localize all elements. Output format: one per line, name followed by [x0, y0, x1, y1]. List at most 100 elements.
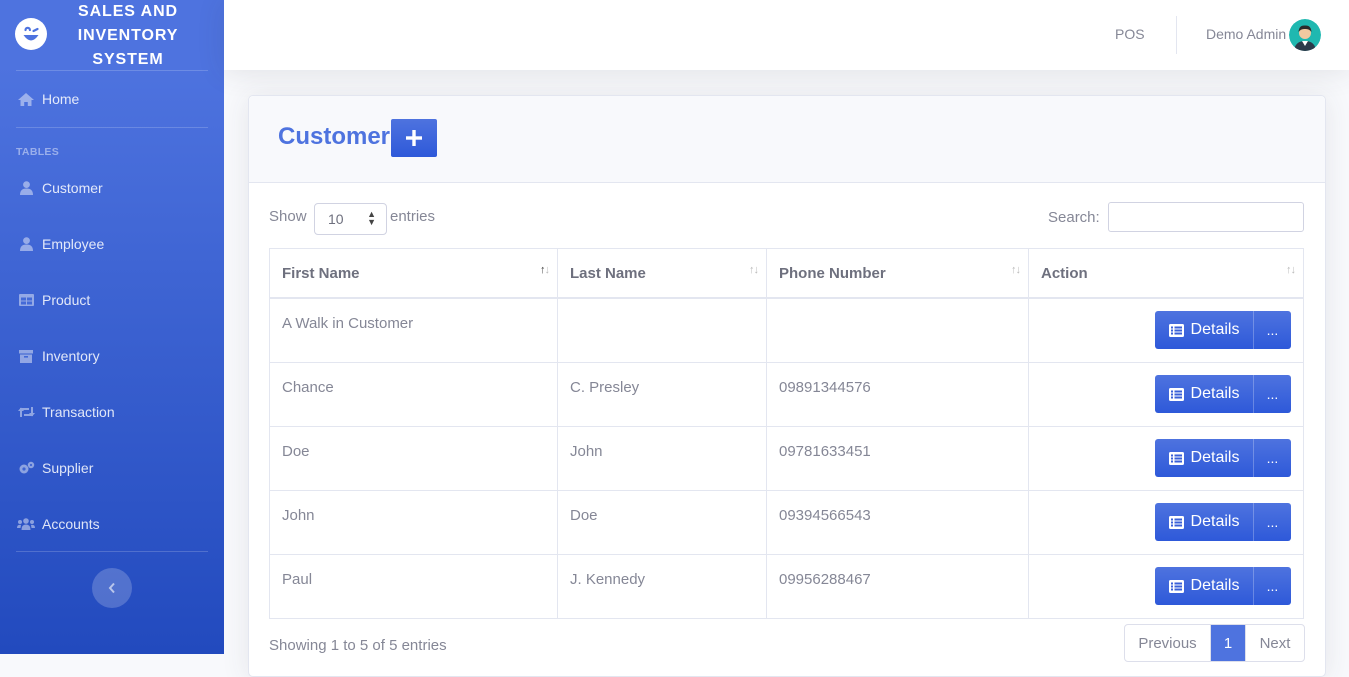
cell-phone: 09394566543	[766, 490, 1029, 555]
sidebar-divider	[16, 127, 208, 128]
cell-phone: 09956288467	[766, 554, 1029, 619]
sort-icon: ↑↓	[1286, 264, 1296, 276]
sort-icon: ↑↓	[1011, 264, 1021, 276]
select-caret-icon: ▲ ▼	[367, 209, 376, 227]
details-button[interactable]: Details	[1155, 567, 1253, 605]
entries-select-value: 10	[328, 211, 344, 227]
column-header-action[interactable]: Action ↑↓	[1028, 248, 1304, 299]
more-options-button[interactable]: ...	[1253, 439, 1291, 477]
chevron-left-icon	[108, 582, 115, 594]
cell-last-name: J. Kennedy	[557, 554, 767, 619]
sidebar-item-label: Product	[42, 292, 91, 308]
search-label: Search:	[1048, 209, 1100, 226]
details-button[interactable]: Details	[1155, 375, 1253, 413]
cell-action: Details ...	[1028, 490, 1304, 555]
sidebar-item-customer[interactable]: Customer	[0, 170, 224, 206]
customer-table: First Name ↑↓ Last Name ↑↓ Phone Number ↑↓ …	[269, 248, 1304, 619]
sidebar-item-label: Home	[42, 91, 80, 107]
sidebar-item-label: Transaction	[42, 404, 115, 420]
cell-first-name: A Walk in Customer	[269, 297, 558, 363]
archive-icon	[17, 349, 35, 363]
users-icon	[17, 517, 35, 531]
cell-phone	[766, 297, 1029, 363]
pos-link[interactable]: POS	[1115, 26, 1145, 42]
sidebar-divider	[16, 70, 208, 71]
sidebar-item-label: Supplier	[42, 460, 94, 476]
topbar: POS Demo Admin	[224, 0, 1349, 70]
sidebar-item-product[interactable]: Product	[0, 282, 224, 318]
sort-asc-icon: ↑↓	[540, 264, 550, 276]
cell-first-name: John	[269, 490, 558, 555]
sort-icon: ↑↓	[749, 264, 759, 276]
cell-last-name: Doe	[557, 490, 767, 555]
list-alt-icon	[1168, 515, 1184, 529]
cell-action: Details ...	[1028, 297, 1304, 363]
page-title: Customer	[278, 123, 391, 150]
cell-first-name: Chance	[269, 362, 558, 427]
sidebar-item-label: Accounts	[42, 516, 100, 532]
retweet-icon	[17, 405, 35, 419]
cell-phone: 09891344576	[766, 362, 1029, 427]
cell-first-name: Doe	[269, 426, 558, 491]
more-options-button[interactable]: ...	[1253, 503, 1291, 541]
sidebar-item-accounts[interactable]: Accounts	[0, 506, 224, 542]
brand-title: SALES AND INVENTORY SYSTEM	[77, 3, 179, 68]
user-icon	[17, 181, 35, 195]
entries-select[interactable]: 10 ▲ ▼	[314, 203, 387, 235]
details-button[interactable]: Details	[1155, 439, 1253, 477]
list-alt-icon	[1168, 387, 1184, 401]
user-name[interactable]: Demo Admin	[1206, 26, 1286, 42]
table-icon	[17, 293, 35, 307]
list-alt-icon	[1168, 451, 1184, 465]
previous-page-button[interactable]: Previous	[1125, 625, 1211, 661]
add-customer-button[interactable]	[391, 119, 437, 157]
sidebar-item-supplier[interactable]: Supplier	[0, 450, 224, 486]
cogs-icon	[17, 461, 35, 475]
details-button[interactable]: Details	[1155, 503, 1253, 541]
topbar-divider	[1176, 16, 1177, 54]
sidebar-item-label: Employee	[42, 236, 105, 252]
more-options-button[interactable]: ...	[1253, 567, 1291, 605]
cell-first-name: Paul	[269, 554, 558, 619]
sidebar-toggle-button[interactable]	[92, 568, 132, 608]
list-alt-icon	[1168, 323, 1184, 337]
home-icon	[17, 92, 35, 106]
table-row: Paul J. Kennedy 09956288467 Details ...	[269, 554, 1304, 619]
cell-action: Details ...	[1028, 554, 1304, 619]
show-label: Show	[269, 208, 307, 225]
more-options-button[interactable]: ...	[1253, 375, 1291, 413]
sidebar-divider	[16, 551, 208, 552]
column-header-phone-number[interactable]: Phone Number ↑↓	[766, 248, 1029, 299]
cell-action: Details ...	[1028, 362, 1304, 427]
sidebar-item-employee[interactable]: Employee	[0, 226, 224, 262]
cell-last-name: C. Presley	[557, 362, 767, 427]
user-icon	[17, 237, 35, 251]
sidebar-item-label: Inventory	[42, 348, 100, 364]
card-header: Customer	[249, 96, 1325, 183]
details-button[interactable]: Details	[1155, 311, 1253, 349]
plus-icon	[406, 130, 422, 146]
cell-last-name	[557, 297, 767, 363]
sidebar-heading: TABLES	[16, 146, 60, 158]
table-info: Showing 1 to 5 of 5 entries	[269, 637, 447, 654]
next-page-button[interactable]: Next	[1245, 625, 1304, 661]
sidebar-item-inventory[interactable]: Inventory	[0, 338, 224, 374]
column-header-last-name[interactable]: Last Name ↑↓	[557, 248, 767, 299]
table-row: John Doe 09394566543 Details ...	[269, 490, 1304, 555]
cell-phone: 09781633451	[766, 426, 1029, 491]
more-options-button[interactable]: ...	[1253, 311, 1291, 349]
cell-action: Details ...	[1028, 426, 1304, 491]
search-input[interactable]	[1108, 202, 1304, 232]
sidebar-item-label: Customer	[42, 180, 103, 196]
table-row: A Walk in Customer Details ...	[269, 297, 1304, 363]
column-header-first-name[interactable]: First Name ↑↓	[269, 248, 558, 299]
table-row: Doe John 09781633451 Details ...	[269, 426, 1304, 491]
page-1-button[interactable]: 1	[1211, 625, 1245, 661]
laugh-wink-icon	[15, 18, 47, 50]
entries-label: entries	[390, 208, 436, 225]
brand[interactable]: SALES AND INVENTORY SYSTEM	[0, 0, 224, 70]
avatar[interactable]	[1289, 19, 1321, 51]
pagination: Previous 1 Next	[1124, 624, 1305, 662]
sidebar-item-home[interactable]: Home	[0, 81, 224, 117]
sidebar-item-transaction[interactable]: Transaction	[0, 394, 224, 430]
